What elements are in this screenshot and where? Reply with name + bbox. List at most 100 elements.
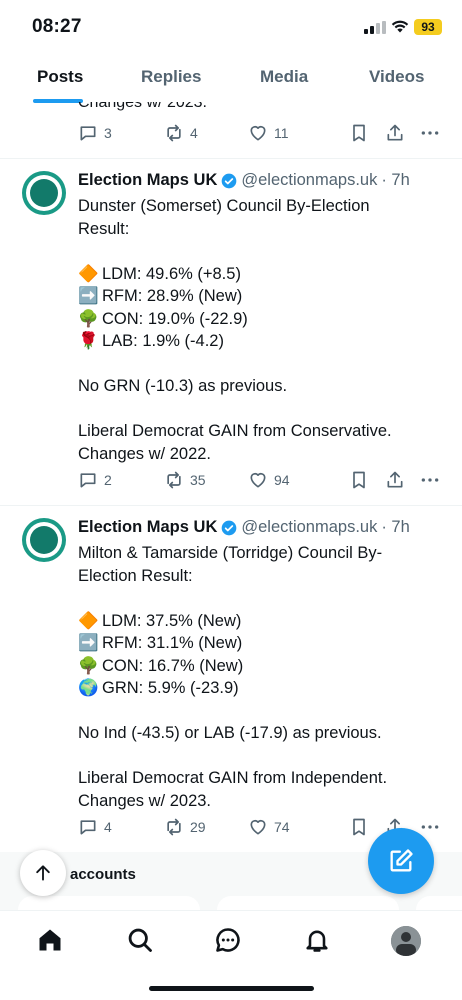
repost-button[interactable]: 29	[164, 817, 206, 837]
profile-photo-icon	[391, 926, 421, 956]
tweet[interactable]: Election Maps UK @electionmaps.uk · 7h D…	[0, 159, 462, 505]
follow-card[interactable]	[18, 896, 200, 910]
repost-count: 4	[190, 125, 198, 141]
like-button[interactable]: 11	[248, 123, 289, 143]
reply-icon	[80, 473, 96, 488]
avatar[interactable]	[22, 518, 66, 562]
orange-diamond-icon: 🔶	[78, 264, 99, 283]
share-button[interactable]	[385, 470, 405, 490]
share-button[interactable]	[385, 123, 405, 143]
like-count: 94	[274, 472, 290, 488]
tweet-line: Liberal Democrat GAIN from Conservative.	[78, 422, 392, 440]
repost-button[interactable]: 35	[164, 470, 206, 490]
rose-icon: 🌹	[78, 332, 99, 350]
tweet-header: Election Maps UK @electionmaps.uk · 7h	[78, 518, 410, 537]
author-name[interactable]: Election Maps UK	[78, 518, 217, 537]
timeline[interactable]: Changes w/ 2023. 3 4 11 Election Maps UK…	[0, 102, 462, 910]
more-button[interactable]	[419, 817, 441, 837]
follow-card[interactable]	[217, 896, 399, 910]
like-count: 74	[274, 819, 290, 835]
follow-section-title: accounts	[70, 866, 136, 883]
tab-videos[interactable]: Videos	[369, 67, 424, 87]
result-grn: GRN: 5.9% (-23.9)	[102, 679, 239, 697]
like-count: 11	[274, 125, 289, 141]
home-icon	[39, 929, 61, 951]
tweet-time: · 7h	[381, 171, 410, 189]
bookmark-button[interactable]	[349, 470, 369, 490]
author-name[interactable]: Election Maps UK	[78, 171, 217, 190]
nav-search[interactable]	[125, 925, 155, 955]
more-button[interactable]	[419, 470, 441, 490]
reply-button[interactable]: 2	[78, 470, 112, 490]
repost-icon	[167, 124, 181, 142]
tweet-line: 🔶 LDM: 49.6% (+8.5)	[78, 263, 448, 286]
repost-icon	[167, 471, 181, 489]
like-button[interactable]: 74	[248, 817, 290, 837]
nav-notifications[interactable]	[302, 925, 332, 955]
tweet-line: 🔶 LDM: 37.5% (New)	[78, 610, 448, 633]
tweet-actions: 3 4 11	[78, 123, 444, 147]
bookmark-button[interactable]	[349, 817, 369, 837]
chat-bubble-icon	[216, 928, 240, 952]
status-time: 08:27	[32, 16, 82, 37]
tweet[interactable]: Election Maps UK @electionmaps.uk · 7h M…	[0, 506, 462, 852]
repost-icon	[167, 818, 181, 836]
tweet-line: 🌳 CON: 19.0% (-22.9)	[78, 308, 448, 331]
tweet-line: ➡️ RFM: 28.9% (New)	[78, 285, 448, 308]
more-icon	[421, 478, 439, 482]
repost-count: 29	[190, 819, 206, 835]
nav-grok[interactable]	[213, 925, 243, 955]
tweet-line: Changes w/ 2023.	[78, 791, 212, 810]
follow-card[interactable]	[416, 896, 462, 910]
result-lab: LAB: 1.9% (-4.2)	[102, 332, 224, 350]
result-ldm: LDM: 49.6% (+8.5)	[102, 264, 241, 283]
tab-media[interactable]: Media	[260, 67, 308, 87]
battery-indicator: 93	[414, 19, 442, 35]
tweet-line: 🌳 CON: 16.7% (New)	[78, 655, 448, 678]
verified-badge-icon	[222, 173, 237, 188]
bottom-nav	[0, 910, 462, 1000]
like-button[interactable]: 94	[248, 470, 290, 490]
verified-badge-icon	[222, 520, 237, 535]
tab-replies[interactable]: Replies	[141, 67, 201, 87]
author-handle[interactable]: @electionmaps.uk	[241, 171, 377, 190]
tree-icon: 🌳	[78, 309, 99, 328]
share-icon	[387, 471, 403, 488]
tab-posts[interactable]: Posts	[37, 67, 83, 87]
tweet-line: Dunster (Somerset) Council By-Election	[78, 197, 370, 215]
nav-profile-avatar[interactable]	[391, 926, 421, 956]
scroll-to-top-button[interactable]	[20, 850, 66, 896]
result-ldm: LDM: 37.5% (New)	[102, 611, 242, 630]
cellular-signal-icon	[364, 21, 386, 34]
reply-icon	[80, 126, 96, 141]
compose-button[interactable]	[368, 828, 434, 894]
more-button[interactable]	[419, 123, 441, 143]
search-icon	[128, 928, 152, 952]
profile-tabs: Posts Replies Media Videos	[0, 52, 462, 103]
bell-icon	[306, 930, 328, 952]
reply-count: 2	[104, 472, 112, 488]
tweet-header: Election Maps UK @electionmaps.uk · 7h	[78, 171, 410, 190]
reply-button[interactable]: 3	[78, 123, 112, 143]
tweet-time: · 7h	[381, 518, 410, 536]
reply-icon	[80, 820, 96, 835]
reply-button[interactable]: 4	[78, 817, 112, 837]
bookmark-button[interactable]	[349, 123, 369, 143]
tree-icon: 🌳	[78, 656, 99, 675]
tweet-text: Milton & Tamarside (Torridge) Council By…	[78, 542, 448, 812]
tweet-line: Election Result:	[78, 566, 193, 585]
result-rfm: RFM: 28.9% (New)	[102, 287, 243, 305]
status-bar: 08:27 93	[0, 0, 462, 52]
repost-button[interactable]: 4	[164, 123, 198, 143]
right-arrow-icon: ➡️	[78, 634, 99, 652]
arrow-up-icon	[36, 865, 50, 881]
avatar[interactable]	[22, 171, 66, 215]
tweet-line: ➡️ RFM: 31.1% (New)	[78, 632, 448, 655]
author-handle[interactable]: @electionmaps.uk	[241, 518, 377, 537]
nav-home[interactable]	[35, 925, 65, 955]
tweet-line: No GRN (-10.3) as previous.	[78, 377, 288, 395]
